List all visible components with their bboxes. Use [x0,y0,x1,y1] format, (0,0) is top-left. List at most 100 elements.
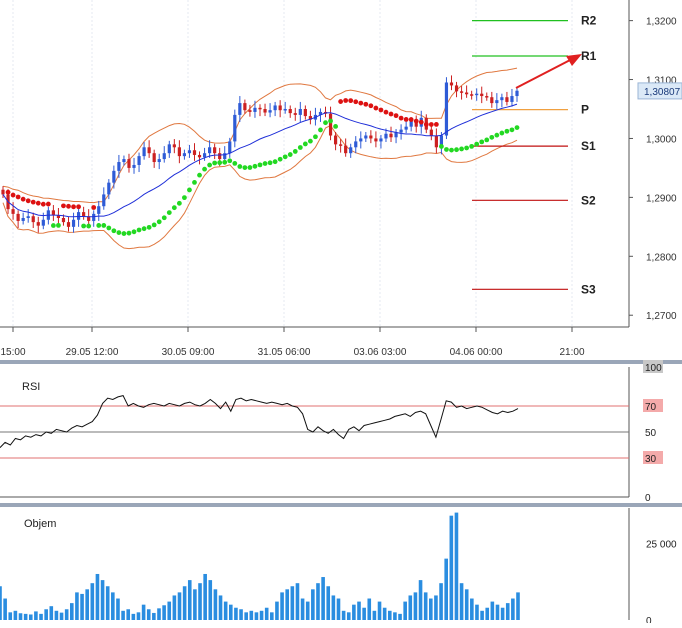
volume-bar[interactable] [280,592,284,620]
volume-bar[interactable] [382,607,387,620]
candle-body[interactable] [197,154,202,158]
volume-bar[interactable] [423,592,428,620]
volume-bar[interactable] [198,583,202,620]
candle-body[interactable] [288,109,292,114]
volume-bar[interactable] [44,609,48,620]
volume-bar[interactable] [28,614,33,620]
volume-bar[interactable] [203,573,207,620]
candle-body[interactable] [122,159,126,163]
volume-bar[interactable] [39,613,43,620]
candle-body[interactable] [167,144,171,154]
candle-body[interactable] [16,213,20,221]
volume-bar[interactable] [172,595,177,620]
candle-body[interactable] [389,133,393,138]
candle-body[interactable] [97,206,101,214]
candle-body[interactable] [404,126,408,130]
volume-bar[interactable] [459,583,464,620]
volume-bar[interactable] [13,610,18,620]
volume-bar[interactable] [193,589,197,620]
volume-bar[interactable] [70,603,74,620]
volume-bar[interactable] [131,613,136,620]
candle-body[interactable] [132,164,136,168]
candle-body[interactable] [11,209,15,214]
candle-body[interactable] [379,138,383,142]
volume-bar[interactable] [285,589,290,620]
candle-body[interactable] [490,97,494,104]
candle-body[interactable] [228,141,232,154]
volume-bar[interactable] [346,612,351,620]
volume-bar[interactable] [352,604,356,620]
volume-bar[interactable] [377,601,382,620]
candle-body[interactable] [82,212,86,217]
volume-bar[interactable] [244,612,248,620]
volume-bar[interactable] [290,586,295,620]
volume-bar[interactable] [336,598,341,620]
candle-body[interactable] [112,170,116,183]
candle-body[interactable] [137,156,141,165]
candle-body[interactable] [394,132,398,138]
candle-body[interactable] [339,144,343,146]
candle-body[interactable] [172,144,176,148]
candle-body[interactable] [147,147,151,154]
volume-bar[interactable] [0,586,2,620]
candle-body[interactable] [92,213,96,221]
volume-bar[interactable] [239,609,243,620]
candle-body[interactable] [233,114,237,142]
volume-bar[interactable] [275,601,279,620]
volume-bar[interactable] [470,598,474,620]
candle-body[interactable] [31,216,35,223]
volume-panel[interactable]: Objem 25 000 0 [0,508,677,627]
volume-bar[interactable] [100,580,105,620]
volume-bar[interactable] [49,606,54,620]
candle-body[interactable] [374,138,378,142]
volume-bar[interactable] [85,589,89,620]
candle-body[interactable] [26,216,30,218]
volume-bar[interactable] [398,613,402,620]
volume-bar[interactable] [264,607,269,620]
volume-bar[interactable] [362,607,366,620]
volume-bar[interactable] [516,592,520,620]
candle-body[interactable] [127,159,131,168]
volume-bar[interactable] [295,583,300,620]
candle-body[interactable] [364,135,368,139]
candle-body[interactable] [349,147,353,154]
candle-body[interactable] [107,182,111,195]
volume-bar[interactable] [80,593,84,620]
candle-body[interactable] [21,218,25,221]
volume-bar[interactable] [208,580,213,620]
volume-bar[interactable] [146,609,151,620]
volume-bar[interactable] [511,598,515,620]
candle-body[interactable] [208,147,212,154]
candle-body[interactable] [243,103,247,111]
candle-body[interactable] [273,105,277,111]
candle-body[interactable] [152,153,156,163]
candle-body[interactable] [66,222,71,227]
candle-body[interactable] [102,194,106,207]
candle-body[interactable] [263,109,267,113]
candle-body[interactable] [328,113,333,136]
candle-body[interactable] [218,153,222,160]
candle-body[interactable] [515,90,519,97]
candle-body[interactable] [505,97,509,102]
volume-bar[interactable] [126,609,131,620]
volume-bar[interactable] [18,613,23,620]
volume-bar[interactable] [54,610,59,620]
candle-body[interactable] [278,105,282,111]
volume-bar[interactable] [341,610,346,620]
candle-body[interactable] [369,135,373,139]
candle-body[interactable] [470,94,474,96]
volume-bar[interactable] [136,612,141,620]
candle-body[interactable] [71,219,76,227]
candle-body[interactable] [510,96,514,102]
candle-body[interactable] [162,153,166,160]
volume-bar[interactable] [218,595,223,620]
volume-bar[interactable] [213,589,218,620]
volume-bar[interactable] [372,610,377,620]
volume-bar[interactable] [259,610,264,620]
candle-body[interactable] [359,138,363,142]
volume-bar[interactable] [64,609,69,620]
volume-bar[interactable] [116,598,120,620]
volume-bar[interactable] [403,601,407,620]
volume-bar[interactable] [270,612,274,620]
volume-bar[interactable] [167,601,172,620]
